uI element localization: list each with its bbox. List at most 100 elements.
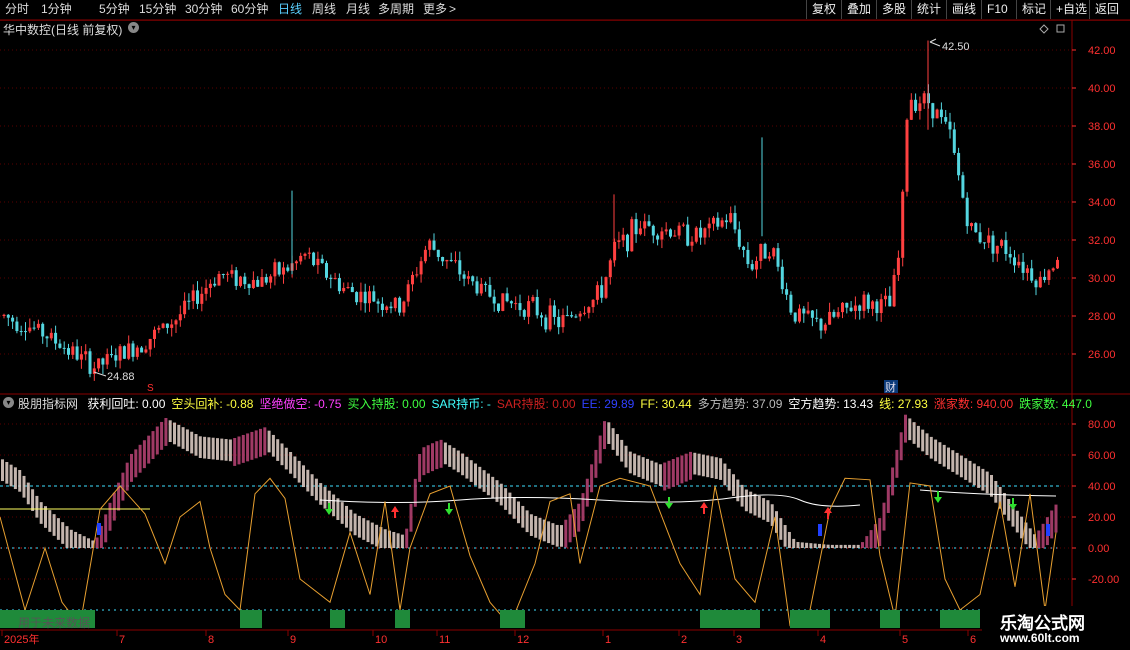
chevron-down-icon[interactable]: ▾ <box>3 397 14 408</box>
oscillator-bar <box>422 447 426 476</box>
candle-body <box>398 297 402 313</box>
candle-body <box>445 259 449 262</box>
oscillator-bar <box>852 544 856 548</box>
candle-body <box>58 343 62 348</box>
oscillator-bar <box>254 430 258 459</box>
oscillator-bar <box>104 514 108 543</box>
oscillator-bar <box>598 435 602 464</box>
chevron-down-icon[interactable]: ▾ <box>128 22 139 33</box>
oscillator-bar <box>95 537 99 548</box>
candle-body <box>552 305 556 317</box>
oscillator-bar <box>280 443 284 466</box>
candle-body <box>84 351 88 355</box>
oscillator-bar <box>31 489 35 511</box>
oscillator-bar <box>671 459 675 487</box>
oscillator-bar <box>5 462 9 484</box>
x-tick-label: 9 <box>290 634 296 646</box>
x-tick-label: 10 <box>375 634 387 646</box>
candle-body <box>1021 261 1025 273</box>
kline-chart[interactable]: 42.0040.0038.0036.0034.0032.0030.0028.00… <box>0 0 1130 650</box>
y-tick-label: 28.00 <box>1088 311 1116 323</box>
candle-body <box>471 276 475 282</box>
oscillator-bar <box>297 460 301 483</box>
oscillator-bar <box>839 544 843 548</box>
candle-body <box>337 278 341 292</box>
candle-body <box>350 287 354 293</box>
candle-body <box>213 283 217 286</box>
candle-body <box>871 301 875 309</box>
candle-body <box>595 285 599 300</box>
oscillator-bar <box>1050 510 1054 539</box>
oscillator-bar <box>508 492 512 515</box>
oscillator-bar <box>121 472 125 501</box>
candle-body <box>389 306 393 309</box>
oscillator-bar <box>400 534 404 548</box>
oscillator-bar <box>990 474 993 497</box>
candle-body <box>716 217 720 227</box>
oscillator-bar <box>895 449 899 478</box>
indicator-name: 股朋指标网 <box>18 397 79 411</box>
oscillator-bar <box>951 450 955 472</box>
candle-body <box>1051 268 1055 271</box>
oscillator-bar <box>947 447 950 470</box>
oscillator-bar <box>345 505 348 528</box>
candle-body <box>866 294 870 309</box>
oscillator-bar <box>921 429 925 452</box>
high-pointer <box>929 38 941 47</box>
oscillator-bar <box>714 457 718 479</box>
candle-body <box>699 227 703 238</box>
oscillator-bar <box>934 439 938 462</box>
candle-body <box>277 262 281 275</box>
candle-body <box>1038 276 1042 288</box>
candle-body <box>466 276 470 279</box>
candle-body <box>832 311 836 317</box>
candle-body <box>853 305 857 311</box>
sell-arrow <box>445 503 453 515</box>
candle-body <box>406 284 410 302</box>
oscillator-bar <box>357 515 361 538</box>
y-tick-label: 26.00 <box>1088 349 1116 361</box>
sar-marker <box>1046 524 1050 536</box>
candle-body <box>24 331 27 333</box>
bear-zone-fill <box>395 610 410 628</box>
x-tick-label: 3 <box>736 634 742 646</box>
sell-arrow <box>934 491 942 503</box>
oscillator-bar <box>190 431 194 454</box>
candle-body <box>1004 240 1008 255</box>
oscillator-bar <box>13 467 17 490</box>
candle-body <box>256 279 260 287</box>
candle-body <box>135 347 139 357</box>
oscillator-bar <box>456 450 460 473</box>
oscillator-bar <box>916 425 920 448</box>
candle-body <box>1000 240 1004 246</box>
oscillator-bar <box>289 452 293 474</box>
oscillator-bar <box>1020 516 1024 539</box>
oscillator-bar <box>1 459 4 482</box>
oscillator-bar <box>603 421 606 450</box>
oscillator-bar <box>426 445 430 474</box>
oscillator-bar <box>942 444 946 467</box>
indicator-value: -0.88 <box>222 397 254 411</box>
candle-body <box>49 332 53 339</box>
oscillator-bar <box>138 444 142 473</box>
oscillator-bar <box>753 493 757 516</box>
candle-body <box>153 329 156 339</box>
candle-body <box>810 310 814 318</box>
oscillator-bar <box>904 414 907 443</box>
indicator-value: 30.44 <box>658 397 692 411</box>
candle-body <box>385 306 389 310</box>
future-data-label: 用于未来数据 <box>18 616 91 630</box>
candle-body <box>815 317 819 319</box>
candle-body <box>767 256 771 259</box>
y-tick-label: 38.00 <box>1088 121 1116 133</box>
square-icon <box>1056 24 1065 33</box>
oscillator-bar <box>805 542 809 548</box>
oscillator-bar <box>796 542 800 548</box>
oscillator-bar <box>663 462 667 491</box>
oscillator-bar <box>899 432 903 461</box>
oscillator-bar <box>439 439 443 468</box>
oscillator-bar <box>194 434 198 456</box>
diamond-icon <box>1039 24 1049 34</box>
candle-body <box>647 221 651 226</box>
candle-body <box>789 294 793 313</box>
